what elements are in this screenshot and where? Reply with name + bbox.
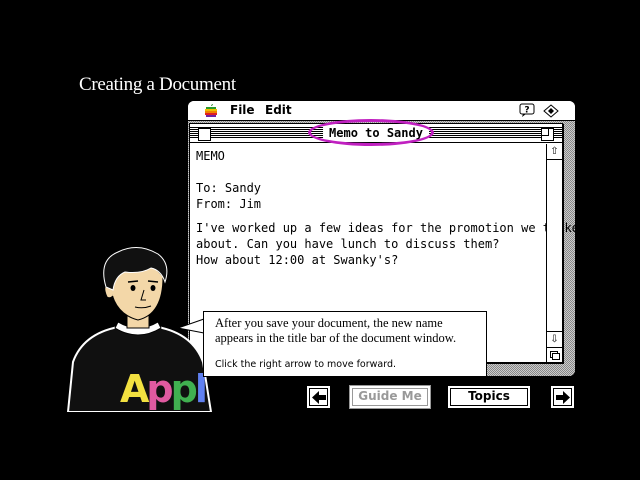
- zoom-box[interactable]: [541, 128, 554, 141]
- memo-line: MEMO: [196, 149, 225, 163]
- lesson-title: Creating a Document: [79, 74, 236, 95]
- right-arrow-icon: [556, 391, 570, 404]
- apple-icon[interactable]: [204, 103, 218, 118]
- bubble-message: After you save your document, the new na…: [215, 316, 457, 345]
- back-button[interactable]: [306, 385, 331, 409]
- menu-bar: File Edit ?: [188, 101, 575, 121]
- scroll-up-arrow-icon[interactable]: ⇧: [547, 144, 562, 160]
- bubble-tail: [178, 318, 205, 334]
- svg-text:Appl: Appl: [120, 367, 205, 411]
- memo-line: about. Can you have lunch to discuss the…: [196, 237, 500, 251]
- speech-bubble: After you save your document, the new na…: [203, 311, 487, 377]
- application-icon[interactable]: [542, 103, 560, 118]
- forward-button[interactable]: [550, 385, 575, 409]
- size-box[interactable]: [547, 347, 562, 362]
- vertical-scrollbar[interactable]: ⇧ ⇩: [546, 144, 562, 362]
- guide-me-button[interactable]: Guide Me: [349, 385, 431, 409]
- balloon-help-icon[interactable]: ?: [519, 103, 535, 118]
- bubble-hint: Click the right arrow to move forward.: [215, 359, 397, 370]
- memo-line: How about 12:00 at Swanky's?: [196, 253, 399, 267]
- topics-button[interactable]: Topics: [447, 385, 531, 409]
- menu-edit[interactable]: Edit: [265, 103, 292, 117]
- scroll-down-arrow-icon[interactable]: ⇩: [547, 331, 562, 347]
- memo-line: I've worked up a few ideas for the promo…: [196, 221, 575, 235]
- title-highlight-oval: [308, 119, 434, 146]
- left-arrow-icon: [312, 391, 326, 404]
- shirt-letter: p: [146, 367, 172, 411]
- close-box[interactable]: [198, 128, 211, 141]
- shirt-letter: p: [171, 367, 197, 411]
- memo-line: From: Jim: [196, 197, 262, 211]
- menu-file[interactable]: File: [230, 103, 255, 117]
- svg-text:?: ?: [524, 106, 529, 116]
- memo-line: To: Sandy: [196, 181, 262, 195]
